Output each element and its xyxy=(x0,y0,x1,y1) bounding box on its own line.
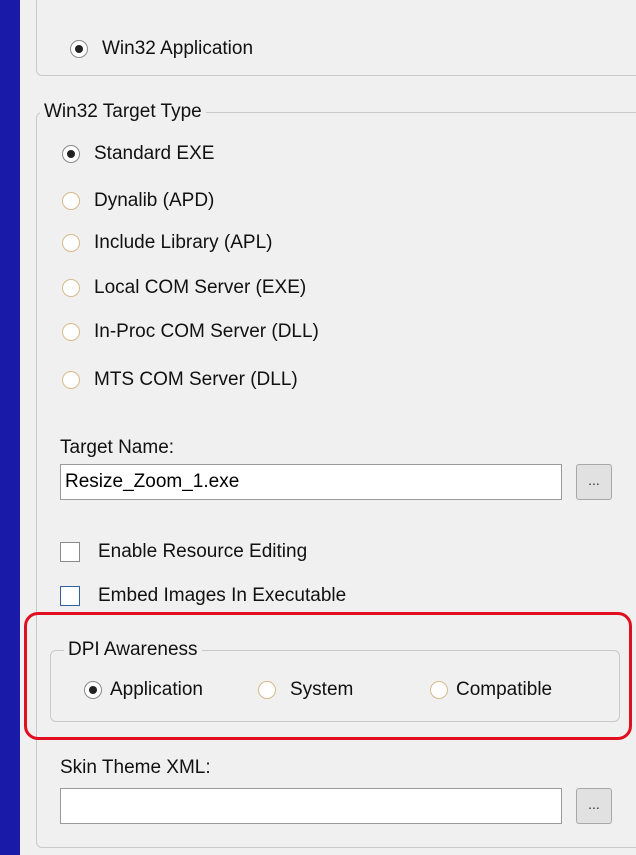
win32-target-type-title: Win32 Target Type xyxy=(40,101,206,123)
radio-label: Local COM Server (EXE) xyxy=(94,277,307,298)
target-name-browse-button[interactable]: ... xyxy=(576,464,612,500)
radio-label: MTS COM Server (DLL) xyxy=(94,369,298,390)
radio-button-icon[interactable] xyxy=(62,371,80,389)
radio-label: Dynalib (APD) xyxy=(94,190,215,211)
target-type-include-library[interactable]: Include Library (APL) xyxy=(62,232,272,254)
target-type-in-proc-com-server[interactable]: In-Proc COM Server (DLL) xyxy=(62,321,319,343)
target-type-local-com-server[interactable]: Local COM Server (EXE) xyxy=(62,277,306,299)
radio-button-icon[interactable] xyxy=(62,234,80,252)
target-name-input[interactable] xyxy=(60,464,562,500)
skin-theme-browse-button[interactable]: ... xyxy=(576,788,612,824)
target-type-mts-com-server[interactable]: MTS COM Server (DLL) xyxy=(62,369,298,391)
dpi-awareness-highlight xyxy=(24,612,632,740)
target-name-label: Target Name: xyxy=(60,437,175,458)
radio-button-icon[interactable] xyxy=(62,323,80,341)
radio-label: Standard EXE xyxy=(94,143,215,164)
radio-label: In-Proc COM Server (DLL) xyxy=(94,321,319,342)
checkbox-icon[interactable] xyxy=(60,586,80,606)
checkbox-icon[interactable] xyxy=(60,542,80,562)
radio-dot-icon xyxy=(67,150,75,158)
target-type-dynalib[interactable]: Dynalib (APD) xyxy=(62,190,214,212)
skin-theme-label: Skin Theme XML: xyxy=(60,757,211,778)
radio-label: Win32 Application xyxy=(102,38,254,59)
embed-images-checkbox[interactable]: Embed Images In Executable xyxy=(60,585,346,607)
target-type-standard-exe[interactable]: Standard EXE xyxy=(62,143,214,165)
radio-button-icon[interactable] xyxy=(70,40,88,58)
radio-label: Include Library (APL) xyxy=(94,232,273,253)
radio-dot-icon xyxy=(75,45,83,53)
enable-resource-editing-checkbox[interactable]: Enable Resource Editing xyxy=(60,541,307,563)
radio-button-icon[interactable] xyxy=(62,192,80,210)
checkbox-label: Embed Images In Executable xyxy=(98,585,347,606)
win32-application-radio[interactable]: Win32 Application xyxy=(70,38,253,60)
checkbox-label: Enable Resource Editing xyxy=(98,541,308,562)
radio-button-icon[interactable] xyxy=(62,145,80,163)
radio-button-icon[interactable] xyxy=(62,279,80,297)
skin-theme-input[interactable] xyxy=(60,788,562,824)
